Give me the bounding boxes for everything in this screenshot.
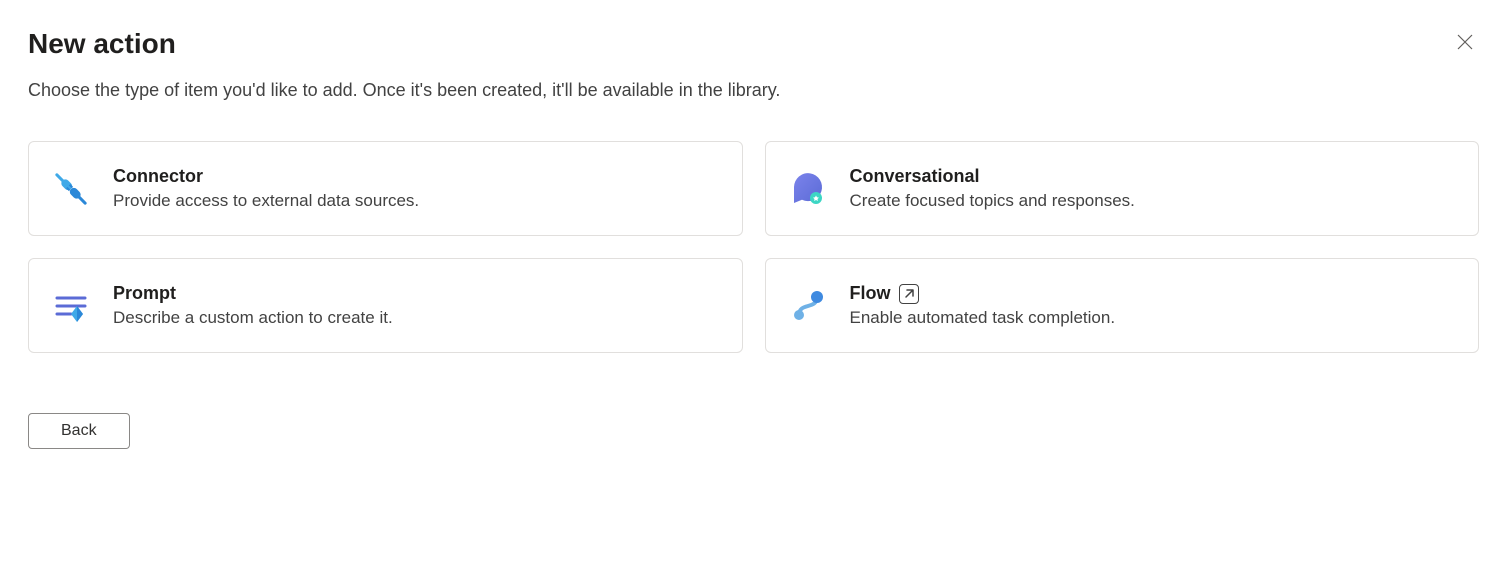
- card-title: Conversational: [850, 166, 1459, 187]
- page-title: New action: [28, 28, 176, 60]
- close-icon: [1455, 32, 1475, 55]
- external-link-icon: [899, 284, 919, 304]
- card-flow[interactable]: Flow Enable automated task completion.: [765, 258, 1480, 353]
- card-title: Prompt: [113, 283, 722, 304]
- back-button[interactable]: Back: [28, 413, 130, 449]
- card-conversational[interactable]: Conversational Create focused topics and…: [765, 141, 1480, 236]
- card-description: Enable automated task completion.: [850, 308, 1459, 328]
- page-subtitle: Choose the type of item you'd like to ad…: [28, 80, 1479, 101]
- flow-icon: [786, 284, 830, 328]
- card-connector[interactable]: Connector Provide access to external dat…: [28, 141, 743, 236]
- connector-icon: [49, 167, 93, 211]
- card-description: Provide access to external data sources.: [113, 191, 722, 211]
- close-button[interactable]: [1451, 28, 1479, 59]
- card-title: Connector: [113, 166, 722, 187]
- card-prompt[interactable]: Prompt Describe a custom action to creat…: [28, 258, 743, 353]
- conversational-icon: [786, 167, 830, 211]
- card-description: Create focused topics and responses.: [850, 191, 1459, 211]
- action-type-grid: Connector Provide access to external dat…: [28, 141, 1479, 353]
- card-title: Flow: [850, 283, 891, 304]
- card-description: Describe a custom action to create it.: [113, 308, 722, 328]
- prompt-icon: [49, 284, 93, 328]
